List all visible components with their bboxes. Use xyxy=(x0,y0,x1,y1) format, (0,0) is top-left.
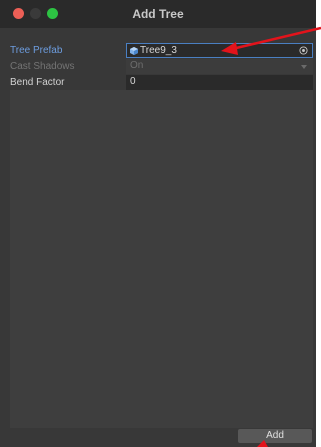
bend-factor-value: 0 xyxy=(130,76,136,87)
chevron-down-icon xyxy=(301,65,307,69)
prefab-cube-icon xyxy=(130,47,138,55)
cast-shadows-dropdown[interactable]: On xyxy=(126,59,313,74)
window-title: Add Tree xyxy=(132,7,184,21)
empty-panel-area xyxy=(10,90,313,428)
cast-shadows-row: Cast Shadows On xyxy=(10,59,313,75)
title-bar: Add Tree xyxy=(0,0,316,28)
tree-prefab-field[interactable]: Tree9_3 xyxy=(126,43,313,58)
object-picker-icon[interactable] xyxy=(299,46,308,55)
add-button[interactable]: Add xyxy=(238,429,312,443)
tree-prefab-row: Tree Prefab Tree9_3 xyxy=(10,43,313,59)
bend-factor-input[interactable]: 0 xyxy=(126,75,313,90)
cast-shadows-value: On xyxy=(130,60,144,71)
cast-shadows-label: Cast Shadows xyxy=(10,61,75,72)
bend-factor-row: Bend Factor 0 xyxy=(10,75,313,91)
add-tree-window: Add Tree Tree Prefab Tree9_3 Cast Shadow… xyxy=(0,0,316,447)
bend-factor-label: Bend Factor xyxy=(10,77,65,88)
tree-prefab-value: Tree9_3 xyxy=(140,45,177,56)
tree-prefab-label: Tree Prefab xyxy=(10,45,63,56)
